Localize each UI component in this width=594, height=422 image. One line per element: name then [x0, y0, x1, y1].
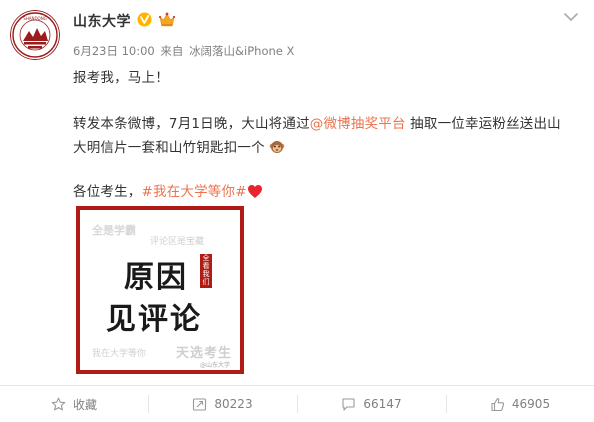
crown-vip-icon[interactable] — [158, 11, 176, 28]
post-text-segment: 转发本条微博，7月1日晚，大山将通过 — [73, 116, 310, 132]
post-source: 冰阔落山&iPhone X — [189, 44, 295, 58]
image-text-bottom-right: 天选考生 — [176, 346, 233, 361]
image-seal-stamp: 全看我们 — [200, 254, 212, 288]
repost-button[interactable]: 80223 — [148, 386, 297, 422]
thumbs-up-icon — [491, 397, 505, 411]
post-text-line-4: 各位考生，#我在大学等你# — [73, 180, 263, 200]
avatar[interactable]: SHANDONG — [10, 10, 60, 60]
verified-v-icon — [137, 12, 152, 27]
repost-icon — [193, 397, 207, 411]
comment-count: 66147 — [363, 397, 402, 411]
chevron-down-icon[interactable] — [563, 11, 579, 23]
user-name[interactable]: 山东大学 — [73, 11, 131, 31]
like-count: 46905 — [511, 397, 551, 411]
image-text-top-right: 评论区是宝藏 — [150, 237, 205, 247]
favorite-label: 收藏 — [72, 397, 97, 412]
post-timestamp[interactable]: 6月23日 10:00 — [73, 44, 155, 58]
svg-text:SHANDONG: SHANDONG — [23, 16, 47, 21]
post-text-line-2: 转发本条微博，7月1日晚，大山将通过@微博抽奖平台 抽取一位幸运粉丝送出山 — [73, 112, 561, 132]
university-seal-icon: SHANDONG — [10, 10, 60, 60]
image-headline-1: 原因 — [124, 260, 188, 295]
weibo-post-card: SHANDONG 山东大学 6月23日 10:00 来自 冰阔落山&iPhone… — [0, 0, 594, 422]
red-heart-icon — [247, 185, 262, 198]
star-icon — [51, 397, 66, 410]
post-text-segment: 各位考生， — [73, 184, 142, 200]
topic-link[interactable]: #我在大学等你# — [142, 184, 247, 200]
post-text-line-3: 大明信片一套和山竹钥匙扣一个 — [73, 136, 285, 156]
post-meta: 6月23日 10:00 来自 冰阔落山&iPhone X — [73, 43, 294, 59]
repost-count: 80223 — [214, 397, 253, 411]
comment-icon — [342, 397, 355, 411]
action-bar: 收藏 80223 66147 46905 — [0, 385, 594, 422]
image-watermark: @山东大学 — [200, 362, 231, 369]
comment-button[interactable]: 66147 — [297, 386, 446, 422]
image-headline-2: 见评论 — [106, 302, 202, 337]
like-button[interactable]: 46905 — [446, 386, 594, 422]
image-text-top-left: 全是学霸 — [92, 224, 136, 237]
favorite-button[interactable]: 收藏 — [0, 386, 148, 422]
source-label: 来自 — [160, 44, 184, 58]
post-text-line-1: 报考我，马上！ — [73, 70, 169, 86]
monkey-emoji-icon — [270, 141, 285, 153]
post-text-segment: 抽取一位幸运粉丝送出山 — [405, 116, 561, 132]
post-image-canvas: 全是学霸 评论区是宝藏 原因 见评论 全看我们 我在大学等你 天选考生 @山东大… — [80, 210, 240, 370]
mention-link[interactable]: @微博抽奖平台 — [310, 116, 406, 132]
image-text-bottom-left: 我在大学等你 — [92, 349, 147, 359]
post-image[interactable]: 全是学霸 评论区是宝藏 原因 见评论 全看我们 我在大学等你 天选考生 @山东大… — [76, 206, 244, 374]
post-text-segment: 大明信片一套和山竹钥匙扣一个 — [73, 140, 265, 156]
